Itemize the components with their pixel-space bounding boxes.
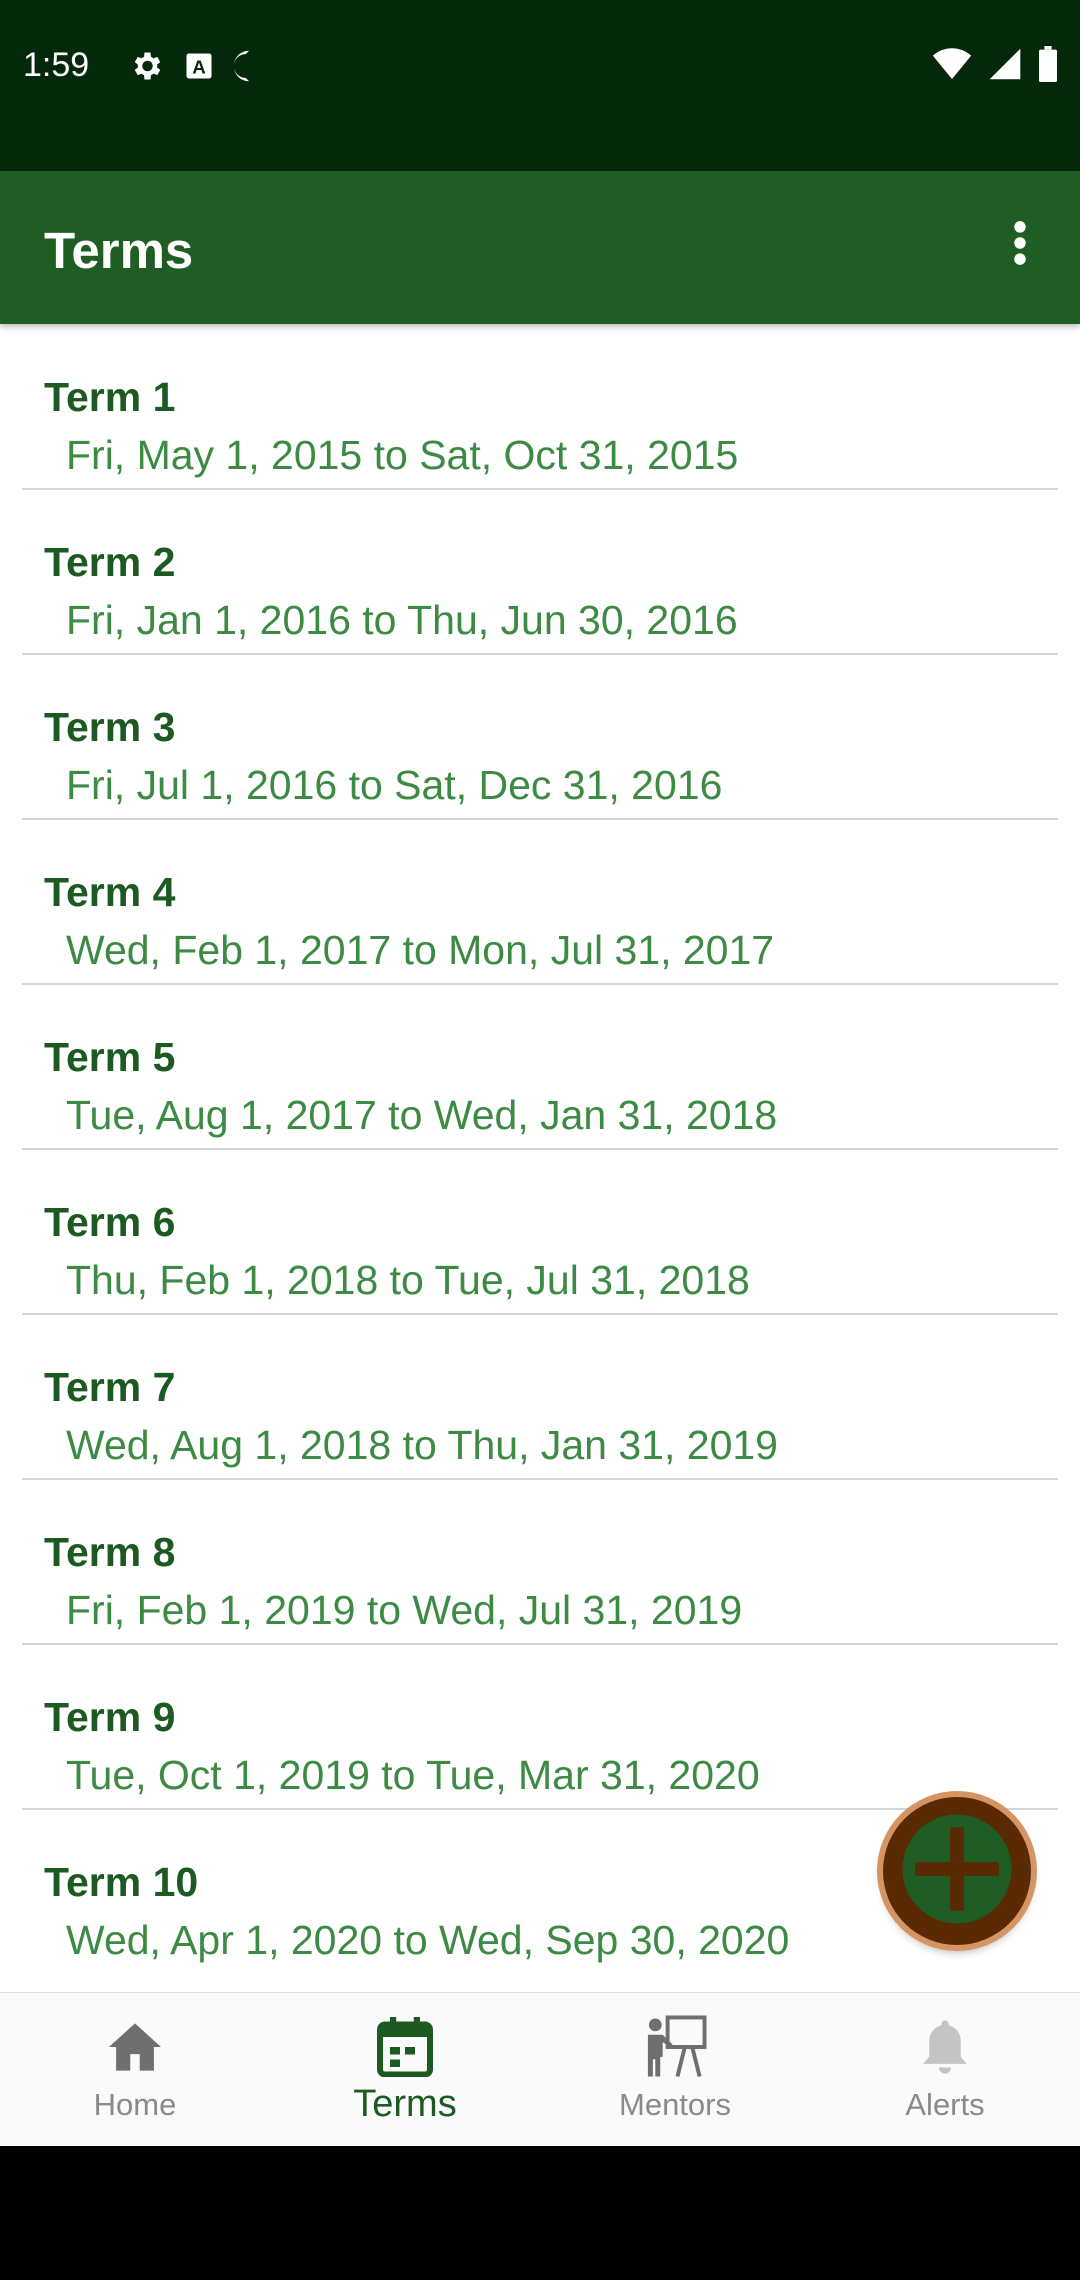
term-name: Term 8 [44,1529,176,1575]
more-vert-icon [1013,220,1027,271]
list-item[interactable]: Term 2 Fri, Jan 1, 2016 to Thu, Jun 30, … [22,489,1058,655]
more-options-button[interactable] [984,209,1056,281]
term-dates: Fri, Feb 1, 2019 to Wed, Jul 31, 2019 [66,1587,743,1633]
status-icons-left: A [128,48,254,89]
term-dates: Wed, Apr 1, 2020 to Wed, Sep 30, 2020 [66,1917,790,1963]
bell-icon [920,2015,970,2079]
home-icon [106,2015,164,2079]
nav-label: Mentors [619,2087,731,2122]
nav-home[interactable]: Home [0,1993,270,2147]
list-item[interactable]: Term 4 Wed, Feb 1, 2017 to Mon, Jul 31, … [22,819,1058,985]
list-item[interactable]: Term 3 Fri, Jul 1, 2016 to Sat, Dec 31, … [22,654,1058,820]
nav-terms[interactable]: Terms [270,1993,540,2147]
calendar-icon [377,2015,433,2079]
wifi-icon [932,47,972,86]
term-dates: Wed, Aug 1, 2018 to Thu, Jan 31, 2019 [66,1422,778,1468]
nav-label: Alerts [905,2087,985,2122]
list-item[interactable]: Term 9 Tue, Oct 1, 2019 to Tue, Mar 31, … [22,1644,1058,1810]
term-name: Term 1 [44,374,176,420]
term-dates: Fri, Jul 1, 2016 to Sat, Dec 31, 2016 [66,762,723,808]
gear-icon [128,48,164,89]
mentor-icon [642,2015,708,2079]
term-name: Term 4 [44,869,176,915]
status-time: 1:59 [23,46,90,84]
term-name: Term 2 [44,539,176,585]
term-dates: Fri, May 1, 2015 to Sat, Oct 31, 2015 [66,432,739,478]
term-dates: Tue, Oct 1, 2019 to Tue, Mar 31, 2020 [66,1752,760,1798]
status-bar: 1:59 A [0,0,1080,171]
term-dates: Fri, Jan 1, 2016 to Thu, Jun 30, 2016 [66,597,738,643]
nav-alerts[interactable]: Alerts [810,1993,1080,2147]
add-term-button[interactable] [883,1797,1031,1945]
svg-text:A: A [192,57,206,78]
list-item[interactable]: Term 6 Thu, Feb 1, 2018 to Tue, Jul 31, … [22,1149,1058,1315]
term-name: Term 3 [44,704,176,750]
list-item[interactable]: Term 1 Fri, May 1, 2015 to Sat, Oct 31, … [22,324,1058,490]
nav-label: Home [93,2087,177,2122]
status-icons-right [932,46,1058,87]
battery-icon [1038,46,1058,87]
term-dates: Wed, Feb 1, 2017 to Mon, Jul 31, 2017 [66,927,775,973]
list-item[interactable]: Term 5 Tue, Aug 1, 2017 to Wed, Jan 31, … [22,984,1058,1150]
nav-mentors[interactable]: Mentors [540,1993,810,2147]
terms-list: Term 1 Fri, May 1, 2015 to Sat, Oct 31, … [0,324,1080,1992]
list-item[interactable]: Term 7 Wed, Aug 1, 2018 to Thu, Jan 31, … [22,1314,1058,1480]
term-dates: Tue, Aug 1, 2017 to Wed, Jan 31, 2018 [66,1092,778,1138]
term-dates: Thu, Feb 1, 2018 to Tue, Jul 31, 2018 [66,1257,750,1303]
term-name: Term 5 [44,1034,176,1080]
plus-icon [899,1811,1015,1932]
app-bar: Terms [0,171,1080,324]
system-navigation-bar [0,2146,1080,2280]
list-item[interactable]: Term 8 Fri, Feb 1, 2019 to Wed, Jul 31, … [22,1479,1058,1645]
term-name: Term 9 [44,1694,176,1740]
bottom-navigation: Home Terms Mentors Alerts [0,1992,1080,2147]
half-circle-icon [233,49,254,88]
nav-label: Terms [353,2083,457,2125]
page-title: Terms [44,222,194,279]
term-name: Term 10 [44,1859,199,1905]
signal-icon [988,47,1022,86]
term-name: Term 6 [44,1199,176,1245]
term-name: Term 7 [44,1364,176,1410]
a-badge-icon: A [184,51,214,86]
